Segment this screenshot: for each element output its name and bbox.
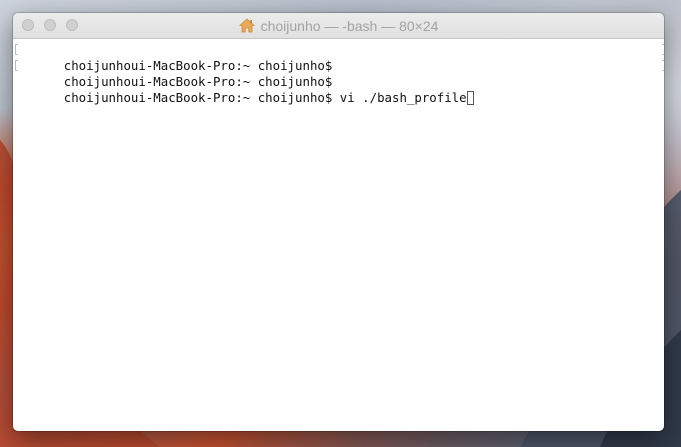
text-cursor — [466, 91, 474, 105]
terminal-window[interactable]: choijunho — -bash — 80×24 choijunhoui-Ma… — [13, 13, 664, 431]
command-text[interactable]: vi ./bash_profile — [332, 90, 467, 105]
title-bar[interactable]: choijunho — -bash — 80×24 — [13, 13, 664, 39]
prompt-text: choijunhoui-MacBook-Pro:~ choijunho$ — [63, 90, 333, 105]
line-marker-right — [662, 44, 664, 55]
line-marker-left — [15, 60, 18, 71]
home-icon — [238, 18, 255, 33]
window-title: choijunho — -bash — 80×24 — [260, 17, 439, 34]
terminal-line-1: choijunhoui-MacBook-Pro:~ choijunho$ — [15, 42, 664, 73]
window-title-container: choijunho — -bash — 80×24 — [13, 13, 664, 38]
line-marker-left — [15, 44, 18, 55]
terminal-content[interactable]: choijunhoui-MacBook-Pro:~ choijunho$ cho… — [13, 39, 664, 105]
line-marker-right — [662, 60, 664, 71]
terminal-line-3[interactable]: choijunhoui-MacBook-Pro:~ choijunho$ vi … — [19, 74, 664, 105]
terminal-line-2: choijunhoui-MacBook-Pro:~ choijunho$ — [15, 58, 664, 89]
